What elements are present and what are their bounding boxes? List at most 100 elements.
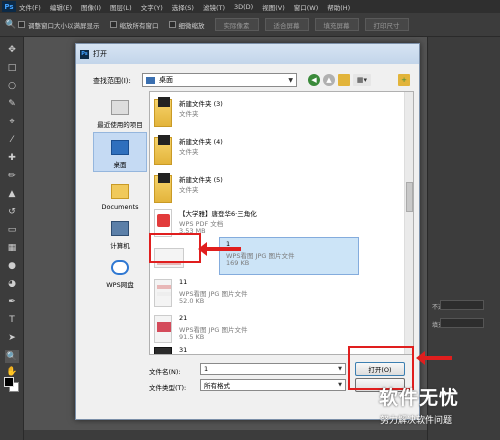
watermark: 软件无忧 努力解决软件问题	[375, 381, 500, 440]
folder-icon	[154, 97, 172, 127]
brush-tool-icon[interactable]: ✏	[5, 169, 19, 182]
place-wps-cloud[interactable]: WPS网盘	[93, 251, 147, 291]
checkbox-label: 细微缩放	[178, 21, 205, 30]
checkbox-label: 调整窗口大小以满屏显示	[28, 21, 100, 30]
tools-panel: ✥ □ ○ ✎ ⌖ ⁄ ✚ ✏ ▲ ↺ ▭ ▦ ● ◕ ✒ T ➤ ▢ ✋ 🔍	[0, 37, 24, 440]
file-list-scrollbar[interactable]	[404, 92, 413, 354]
menu-image[interactable]: 图像(I)	[81, 2, 101, 12]
filename-input[interactable]: 1 ▼	[200, 363, 346, 375]
chevron-down-icon: ▼	[288, 76, 293, 84]
recent-items-icon	[111, 100, 129, 115]
look-in-value: 桌面	[159, 76, 173, 84]
zoom-tool-active-icon[interactable]: 🔍	[5, 350, 19, 363]
path-select-tool-icon[interactable]: ➤	[5, 331, 19, 344]
eyedropper-tool-icon[interactable]: ⁄	[5, 133, 19, 146]
fill-field[interactable]	[440, 318, 484, 328]
highlight-box-file	[149, 233, 201, 263]
list-item[interactable]: 新建文件夹 (5) 文件夹	[152, 172, 392, 210]
back-icon[interactable]: ◀	[308, 74, 320, 86]
foreground-color-swatch[interactable]	[4, 377, 14, 387]
file-name: 31	[179, 346, 188, 354]
list-item[interactable]: 11 WPS看图 JPG 图片文件 52.0 KB	[152, 276, 392, 314]
checkbox-box	[18, 21, 25, 28]
file-name: 11	[179, 278, 188, 286]
filetype-value: 所有格式	[204, 382, 230, 390]
filetype-label: 文件类型(T):	[149, 384, 187, 392]
desktop-icon	[111, 140, 129, 155]
place-documents[interactable]: Documents	[93, 173, 147, 213]
menu-select[interactable]: 选择(S)	[172, 2, 194, 12]
checkbox-box	[168, 21, 176, 28]
menu-filter[interactable]: 滤镜(T)	[203, 2, 225, 12]
menu-help[interactable]: 帮助(H)	[327, 2, 350, 12]
dodge-tool-icon[interactable]: ◕	[5, 277, 19, 290]
new-folder-icon[interactable]: +	[398, 74, 410, 86]
red-arrow-icon	[198, 242, 241, 256]
new-folder-icon[interactable]	[338, 74, 350, 86]
status-bar	[24, 430, 427, 440]
menu-type[interactable]: 文字(Y)	[141, 2, 163, 12]
menu-window[interactable]: 窗口(W)	[294, 2, 319, 12]
menu-edit[interactable]: 编辑(E)	[50, 2, 72, 12]
move-tool-icon[interactable]: ✥	[5, 43, 19, 56]
zoom-all-windows-checkbox[interactable]: 缩放所有窗口	[109, 20, 159, 30]
eraser-tool-icon[interactable]: ▭	[5, 223, 19, 236]
list-item-selected[interactable]: 1 WPS看图 JPG 图片文件 169 KB	[219, 237, 359, 275]
quick-select-tool-icon[interactable]: ✎	[5, 97, 19, 110]
view-menu-icon[interactable]: ▦▾	[353, 74, 371, 86]
filetype-select[interactable]: 所有格式 ▼	[200, 379, 346, 391]
pdf-mark	[157, 214, 170, 227]
list-item[interactable]: 新建文件夹 (4) 文件夹	[152, 134, 392, 172]
thumb-stripe	[157, 292, 171, 296]
filename-value: 1	[204, 365, 209, 373]
opacity-field[interactable]	[440, 300, 484, 310]
scrollbar-thumb[interactable]	[406, 182, 413, 212]
checkbox-label: 缩放所有窗口	[119, 21, 159, 30]
place-desktop[interactable]: 桌面	[93, 132, 147, 172]
crop-tool-icon[interactable]: ⌖	[5, 115, 19, 128]
healing-tool-icon[interactable]: ✚	[5, 151, 19, 164]
file-name: 新建文件夹 (3)	[179, 100, 223, 108]
gradient-tool-icon[interactable]: ▦	[5, 241, 19, 254]
menu-file[interactable]: 文件(F)	[19, 2, 41, 12]
scrubby-zoom-checkbox[interactable]: 细微缩放	[168, 20, 205, 30]
right-panels: 不透明度: 填充:	[427, 37, 500, 440]
up-folder-icon[interactable]: ▲	[323, 74, 335, 86]
pen-tool-icon[interactable]: ✒	[5, 295, 19, 308]
look-in-label: 查找范围(I):	[93, 77, 131, 85]
zoom-tool-icon: 🔍	[5, 19, 17, 30]
type-tool-icon[interactable]: T	[5, 313, 19, 326]
image-file-icon	[154, 315, 172, 343]
list-item[interactable]: 新建文件夹 (3) 文件夹	[152, 96, 392, 134]
place-computer[interactable]: 计算机	[93, 212, 147, 252]
menu-3d[interactable]: 3D(D)	[234, 3, 253, 11]
place-label: 计算机	[110, 242, 130, 250]
actual-pixels-button[interactable]: 实际像素	[214, 18, 259, 31]
image-file-icon	[154, 279, 172, 307]
folder-paper	[158, 173, 170, 183]
red-arrow-icon	[416, 351, 452, 365]
resize-windows-checkbox[interactable]: 调整窗口大小以满屏显示	[18, 20, 100, 30]
fit-screen-button[interactable]: 适合屏幕	[264, 18, 309, 31]
print-size-button[interactable]: 打印尺寸	[364, 18, 409, 31]
look-in-select[interactable]: 桌面 ▼	[142, 73, 297, 87]
place-label: 桌面	[113, 161, 127, 169]
photoshop-logo: Ps	[2, 1, 16, 12]
history-brush-tool-icon[interactable]: ↺	[5, 205, 19, 218]
place-label: WPS网盘	[106, 281, 134, 289]
chevron-down-icon: ▼	[338, 382, 342, 388]
filename-label: 文件名(N):	[149, 368, 181, 376]
photoshop-app-icon: Ps	[80, 49, 89, 59]
lasso-tool-icon[interactable]: ○	[5, 79, 19, 92]
menu-view[interactable]: 视图(V)	[262, 2, 285, 12]
fill-screen-button[interactable]: 填充屏幕	[314, 18, 359, 31]
place-recent[interactable]: 最近使用的项目	[93, 91, 147, 131]
place-label: Documents	[101, 203, 139, 211]
stamp-tool-icon[interactable]: ▲	[5, 187, 19, 200]
image-file-icon	[154, 347, 172, 354]
file-size: 91.5 KB	[179, 333, 205, 341]
menu-layer[interactable]: 图层(L)	[110, 2, 132, 12]
file-list: 新建文件夹 (3) 文件夹 新建文件夹 (4) 文件夹 新建文件夹 (5) 文件…	[149, 91, 414, 355]
blur-tool-icon[interactable]: ●	[5, 259, 19, 272]
marquee-tool-icon[interactable]: □	[5, 61, 19, 74]
